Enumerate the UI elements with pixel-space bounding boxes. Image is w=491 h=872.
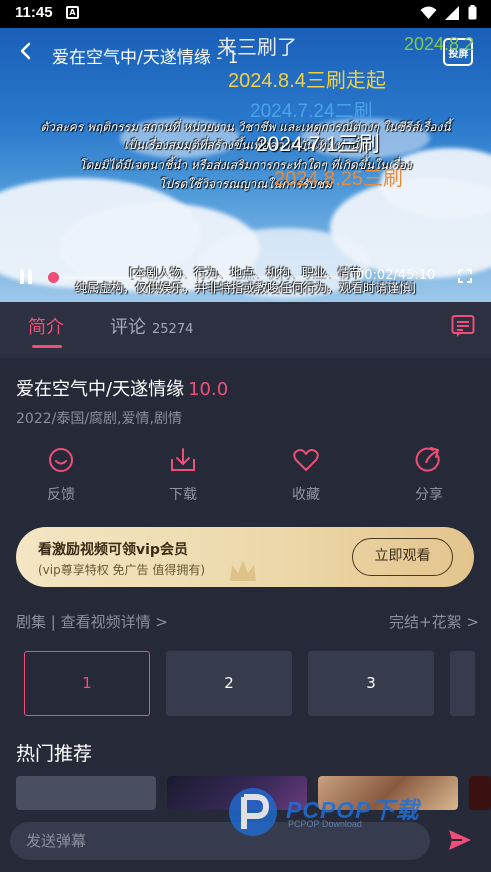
watermark-logo-icon: [229, 788, 277, 836]
watermark-subtext: PCPOP Download: [288, 819, 362, 829]
download-icon: [171, 448, 195, 471]
subtitle-line: ตัวละคร พฤติกรรม สถานที่ หน่วยงาน วิชาชี…: [40, 120, 451, 134]
fullscreen-icon[interactable]: [458, 269, 472, 283]
battery-icon: [468, 5, 477, 20]
feedback-label: 反馈: [47, 487, 75, 503]
pause-button[interactable]: [20, 270, 34, 284]
comment-count: 25274: [152, 322, 194, 337]
show-title: 爱在空气中/天遂情缘 10.0: [16, 375, 228, 401]
tab-comments[interactable]: 评论 25274: [110, 313, 193, 339]
video-title: 爱在空气中/天遂情缘 - 1: [52, 48, 239, 68]
watermark: PCPOP下载 PCPOP Download: [224, 783, 474, 843]
video-player[interactable]: 爱在空气中/天遂情缘 - 1 投屏 来三刷了 2024.8.2 2024.8.4…: [0, 28, 491, 302]
heart-icon: [293, 449, 319, 471]
subtitle-line: โปรดใช้วิจารณญาณในการรับชม: [158, 177, 333, 191]
episode-item[interactable]: 2: [166, 651, 292, 716]
tab-comments-label: 评论: [110, 317, 146, 338]
episodes-status[interactable]: 完结+花絮 >: [389, 611, 479, 632]
show-name: 爱在空气中/天遂情缘: [16, 379, 185, 400]
danmaku-comment: 2024.7.1三刷: [256, 133, 380, 156]
hot-title: 热门推荐: [16, 743, 93, 765]
tab-underline: [32, 345, 62, 348]
signal-icon: [445, 5, 459, 20]
status-icons: [420, 5, 477, 20]
vip-subtitle: (vip尊享特权 免广告 值得拥有): [38, 563, 206, 577]
notification-badge-icon: A: [66, 6, 79, 19]
danmaku-comment: 来三刷了: [217, 37, 297, 59]
danmaku-comment: 2024.8.25三刷: [274, 168, 403, 190]
crown-icon: [230, 561, 256, 581]
download-label: 下载: [169, 487, 197, 503]
vip-title: 看激励视频可领vip会员: [38, 542, 188, 558]
watch-now-button[interactable]: 立即观看: [352, 538, 453, 576]
wifi-icon: [420, 6, 437, 19]
vip-banner[interactable]: 看激励视频可领vip会员 (vip尊享特权 免广告 值得拥有) 立即观看: [16, 527, 474, 587]
show-score: 10.0: [188, 379, 229, 400]
subtitle-line: โดยมิได้มีเจตนาชี้นำ หรือส่งเสริมการกระท…: [79, 158, 412, 172]
subtitle-line: เป็นเรื่องสมมุติที่สร้างขึ้นเพื่อความบัน…: [124, 138, 367, 152]
detail-tabs: 简介 评论 25274: [0, 302, 491, 358]
show-meta: 2022/泰国/腐剧,爱情,剧情: [16, 411, 182, 427]
episodes-header[interactable]: 剧集 | 查看视频详情 >: [16, 611, 168, 632]
favorite-label: 收藏: [292, 487, 320, 503]
episode-item[interactable]: 1: [24, 651, 150, 716]
share-icon: [415, 447, 440, 472]
feedback-icon: [49, 448, 73, 472]
progress-track[interactable]: [48, 276, 348, 279]
recommend-thumbnail[interactable]: [16, 776, 156, 810]
danmaku-comment: 2024.8.4三刷走起: [228, 70, 386, 92]
status-bar: 11:45 A: [0, 0, 491, 28]
share-label: 分享: [415, 487, 443, 503]
time-label: 00:02/45:10: [356, 268, 436, 283]
status-time: 11:45: [15, 4, 53, 21]
danmaku-comment: 2024.8.2: [404, 34, 475, 54]
episode-item[interactable]: 3: [308, 651, 434, 716]
notes-icon[interactable]: [451, 314, 475, 338]
back-arrow-icon[interactable]: [16, 41, 36, 61]
episode-item-partial[interactable]: [450, 651, 475, 716]
action-row: 反馈 下载 收藏 分享: [0, 446, 491, 506]
tab-intro[interactable]: 简介: [28, 313, 64, 339]
